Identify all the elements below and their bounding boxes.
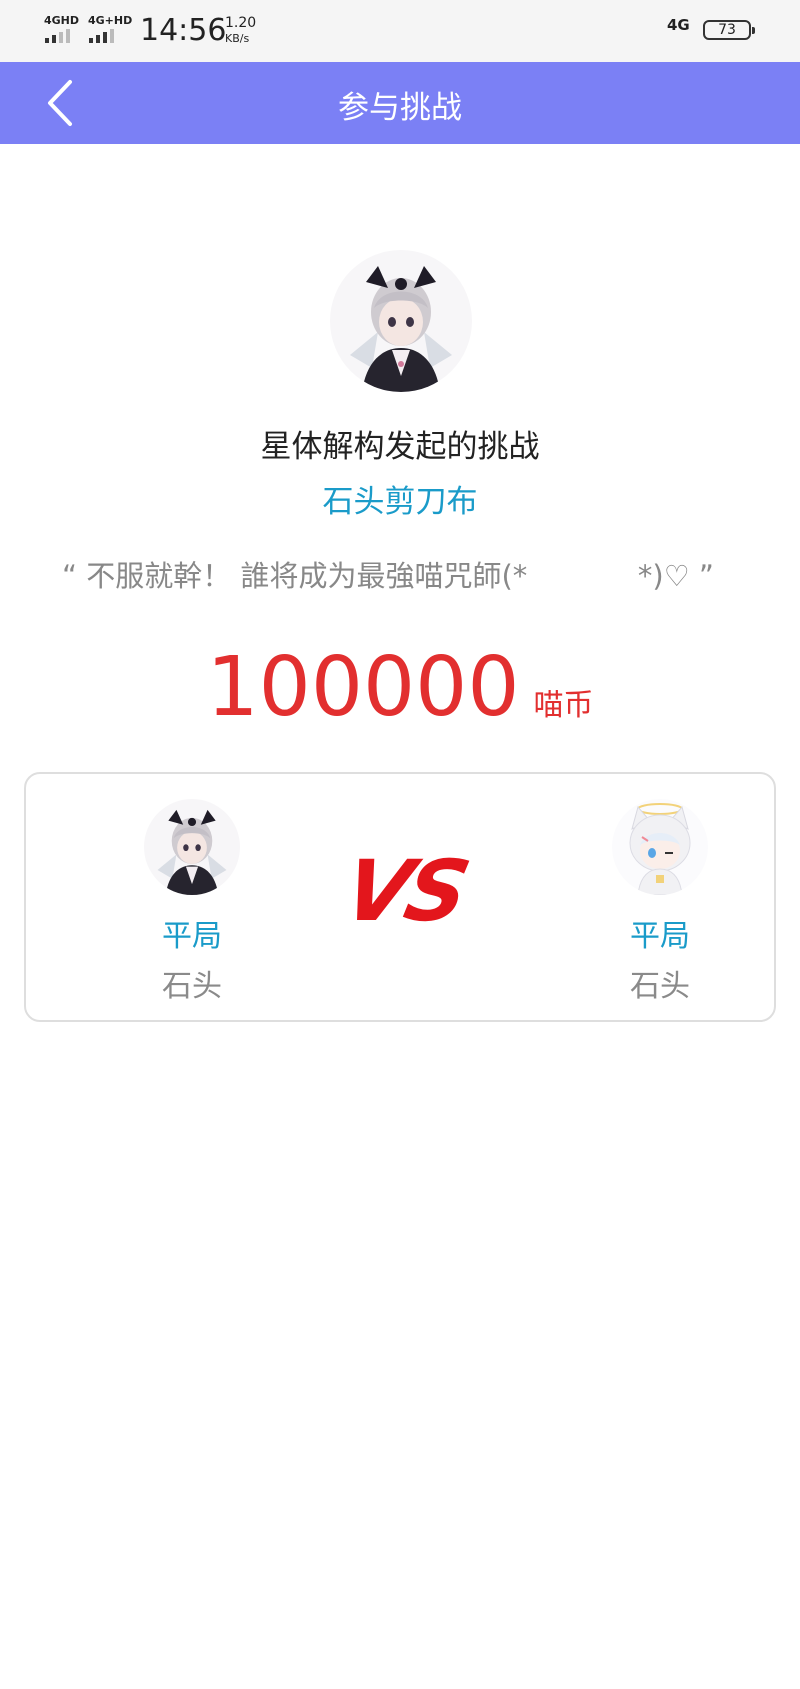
player-left-result: 平局 [162, 919, 222, 954]
cat-hood-girl-avatar-icon [612, 799, 708, 895]
anime-girl-avatar-icon [144, 799, 240, 895]
signal-1-label: 4GHD [44, 14, 80, 27]
stake-amount: 100000 [206, 640, 520, 735]
player-right: 平局 石头 [590, 799, 730, 1005]
battery-icon: 73 [703, 20, 755, 40]
player-right-result: 平局 [630, 919, 690, 954]
player-right-move: 石头 [630, 969, 690, 1004]
challenge-creator-text: 星体解构发起的挑战 [260, 429, 540, 465]
vs-badge: VS [335, 842, 474, 940]
anime-girl-avatar-icon [330, 250, 472, 392]
signal-1-bars-icon [45, 29, 70, 43]
clock: 14:56 [140, 13, 227, 48]
player-left-avatar[interactable] [144, 799, 240, 895]
page-title: 参与挑战 [338, 90, 462, 126]
status-bar: 4GHD 4G+HD 14:56 1.20 KB/s 4G 73 [0, 0, 800, 62]
stake-unit: 喵币 [533, 688, 594, 723]
challenge-motto: “ 不服就幹！ 誰将成为最強喵咒師(* *)♡ ” [62, 559, 714, 593]
duel-card: 平局 石头 VS 平局 石头 [24, 772, 776, 1022]
network-speed: 1.20 KB/s [225, 16, 256, 46]
network-type: 4G [667, 16, 690, 34]
player-left: 平局 石头 [122, 799, 262, 1005]
signal-2-bars-icon [89, 29, 114, 43]
nav-bar: 参与挑战 [0, 62, 800, 144]
network-speed-value: 1.20 [225, 15, 257, 31]
game-type-label: 石头剪刀布 [322, 484, 478, 520]
network-speed-unit: KB/s [225, 32, 250, 45]
creator-avatar[interactable] [330, 250, 472, 392]
signal-2-label: 4G+HD [88, 14, 133, 27]
stake: 100000 喵币 [0, 640, 800, 735]
player-left-move: 石头 [162, 969, 222, 1004]
player-right-avatar[interactable] [612, 799, 708, 895]
